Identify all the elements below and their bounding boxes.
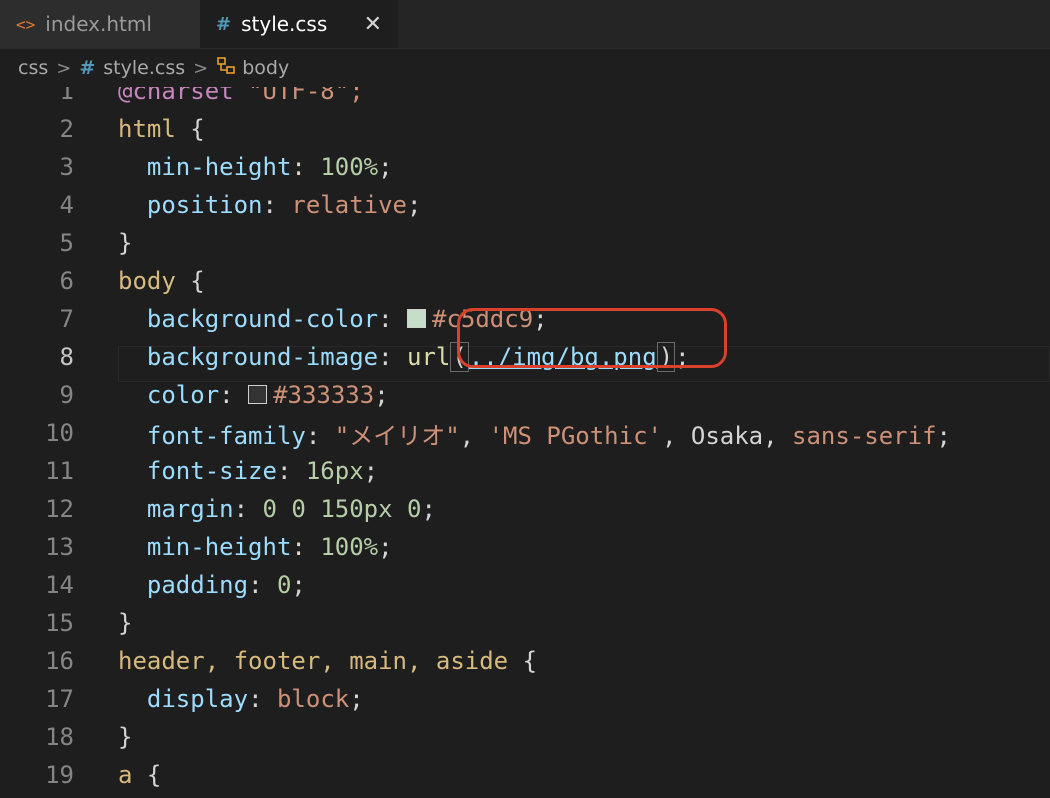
breadcrumb-symbol[interactable]: body (242, 57, 289, 79)
annotation-highlight (457, 308, 727, 368)
symbol-icon (216, 56, 236, 81)
code-line[interactable]: 4 position: relative; (0, 186, 1050, 224)
css-file-icon: # (216, 13, 232, 35)
line-number: 1 (59, 87, 74, 105)
code-line[interactable]: 5 } (0, 224, 1050, 262)
breadcrumb-file[interactable]: style.css (103, 57, 185, 79)
tab-label: index.html (45, 12, 152, 36)
code-line[interactable]: 10 font-family: "メイリオ", 'MS PGothic', Os… (0, 414, 1050, 452)
code-line[interactable]: 6 body { (0, 262, 1050, 300)
code-line[interactable]: 2 html { (0, 110, 1050, 148)
line-number: 15 (45, 609, 74, 637)
css-file-icon: # (79, 57, 96, 79)
line-number: 2 (59, 115, 74, 143)
code-line[interactable]: 9 color: #333333; (0, 376, 1050, 414)
breadcrumb: css > # style.css > body (0, 49, 1050, 87)
chevron-right-icon: > (56, 57, 72, 79)
line-number: 17 (45, 685, 74, 713)
color-swatch[interactable] (248, 385, 268, 404)
code-line[interactable]: 19 a { (0, 756, 1050, 794)
line-number: 11 (45, 457, 74, 485)
line-number: 4 (59, 191, 74, 219)
code-line[interactable]: 14 padding: 0; (0, 566, 1050, 604)
color-swatch[interactable] (407, 309, 426, 328)
code-line[interactable]: 12 margin: 0 0 150px 0; (0, 490, 1050, 528)
line-number: 16 (45, 647, 74, 675)
line-number: 13 (45, 533, 74, 561)
line-number: 12 (45, 495, 74, 523)
line-number: 14 (45, 571, 74, 599)
tab-index-html[interactable]: <> index.html (0, 0, 200, 48)
line-number: 3 (59, 153, 74, 181)
code-line[interactable]: 13 min-height: 100%; (0, 528, 1050, 566)
line-number: 18 (45, 723, 74, 751)
tab-label: style.css (241, 12, 328, 36)
code-line[interactable]: 3 min-height: 100%; (0, 148, 1050, 186)
code-line[interactable]: 15 } (0, 604, 1050, 642)
code-line[interactable]: 11 font-size: 16px; (0, 452, 1050, 490)
line-number: 5 (59, 229, 74, 257)
line-number: 10 (45, 419, 74, 447)
line-number: 6 (59, 267, 74, 295)
code-line[interactable]: 17 display: block; (0, 680, 1050, 718)
line-number: 7 (59, 305, 74, 333)
tab-style-css[interactable]: # style.css ✕ (200, 0, 398, 48)
chevron-right-icon: > (193, 57, 209, 79)
code-line[interactable]: 1 @charset "UTF-8"; (0, 87, 1050, 110)
tab-bar: <> index.html # style.css ✕ (0, 0, 1050, 49)
code-line[interactable]: 16 header, footer, main, aside { (0, 642, 1050, 680)
code-line[interactable]: 18 } (0, 718, 1050, 756)
close-icon[interactable]: ✕ (364, 12, 382, 37)
code-editor[interactable]: 1 @charset "UTF-8"; 2 html { 3 min-heigh… (0, 87, 1050, 798)
line-number: 8 (59, 343, 74, 371)
html-file-icon: <> (16, 14, 36, 34)
breadcrumb-folder[interactable]: css (18, 57, 48, 79)
line-number: 19 (45, 761, 74, 789)
line-number: 9 (59, 381, 74, 409)
